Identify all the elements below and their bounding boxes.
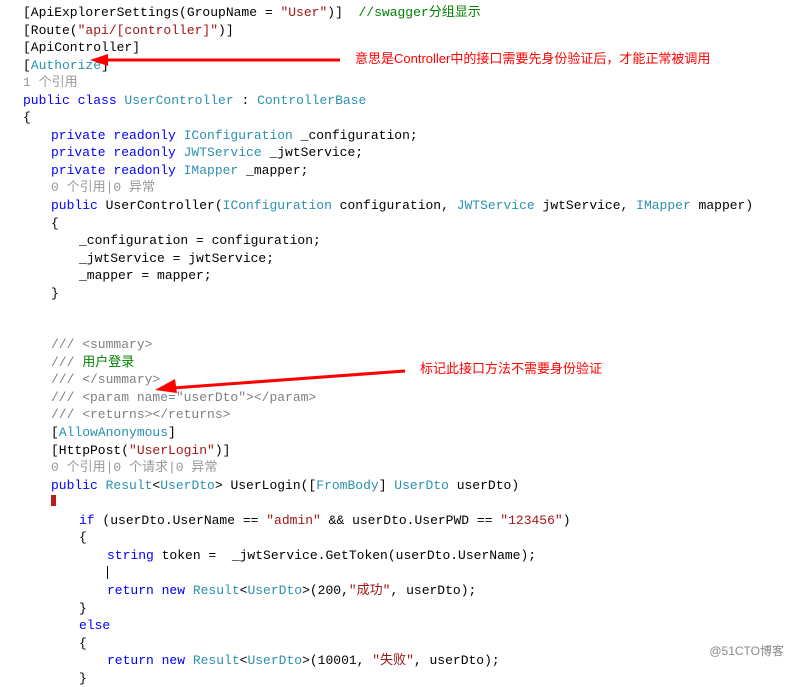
code-line: public UserController(IConfiguration con… (8, 197, 782, 215)
xml-doc: /// </summary> (8, 371, 782, 389)
code-line: string token = _jwtService.GetToken(user… (8, 547, 782, 565)
code-line: return new Result<UserDto>(10001, "失败", … (8, 652, 782, 670)
code-line: private readonly IConfiguration _configu… (8, 127, 782, 145)
codelens[interactable]: 0 个引用|0 个请求|0 异常 (8, 459, 782, 477)
brace: } (8, 600, 782, 618)
code-line: [ApiController] (8, 39, 782, 57)
code-line: public class UserController : Controller… (8, 92, 782, 110)
blank-line (8, 319, 782, 336)
xml-doc: /// <param name="userDto"></param> (8, 389, 782, 407)
codelens[interactable]: 1 个引用 (8, 74, 782, 92)
cursor-line (8, 564, 782, 582)
code-line: [Route("api/[controller]")] (8, 22, 782, 40)
codelens[interactable]: 0 个引用|0 异常 (8, 179, 782, 197)
marker (8, 494, 782, 512)
code-line: if (userDto.UserName == "admin" && userD… (8, 512, 782, 530)
watermark: @51CTO博客 (709, 643, 784, 659)
brace: { (8, 529, 782, 547)
code-line: _jwtService = jwtService; (8, 250, 782, 268)
brace: { (8, 109, 782, 127)
code-line: public Result<UserDto> UserLogin([FromBo… (8, 477, 782, 495)
xml-doc: /// 用户登录 (8, 354, 782, 372)
xml-doc: /// <summary> (8, 336, 782, 354)
code-line: else (8, 617, 782, 635)
brace: { (8, 635, 782, 653)
code-line: [HttpPost("UserLogin")] (8, 442, 782, 460)
code-line: [ApiExplorerSettings(GroupName = "User")… (8, 4, 782, 22)
brace: { (8, 215, 782, 233)
code-line: return new Result<UserDto>(200,"成功", use… (8, 582, 782, 600)
brace: } (8, 670, 782, 687)
xml-doc: /// <returns></returns> (8, 406, 782, 424)
brace: } (8, 285, 782, 303)
code-line: private readonly JWTService _jwtService; (8, 144, 782, 162)
code-line-authorize: [Authorize] (8, 57, 782, 75)
blank-line (8, 302, 782, 319)
code-line: _configuration = configuration; (8, 232, 782, 250)
code-line: private readonly IMapper _mapper; (8, 162, 782, 180)
code-line: _mapper = mapper; (8, 267, 782, 285)
code-line-allowanonymous: [AllowAnonymous] (8, 424, 782, 442)
